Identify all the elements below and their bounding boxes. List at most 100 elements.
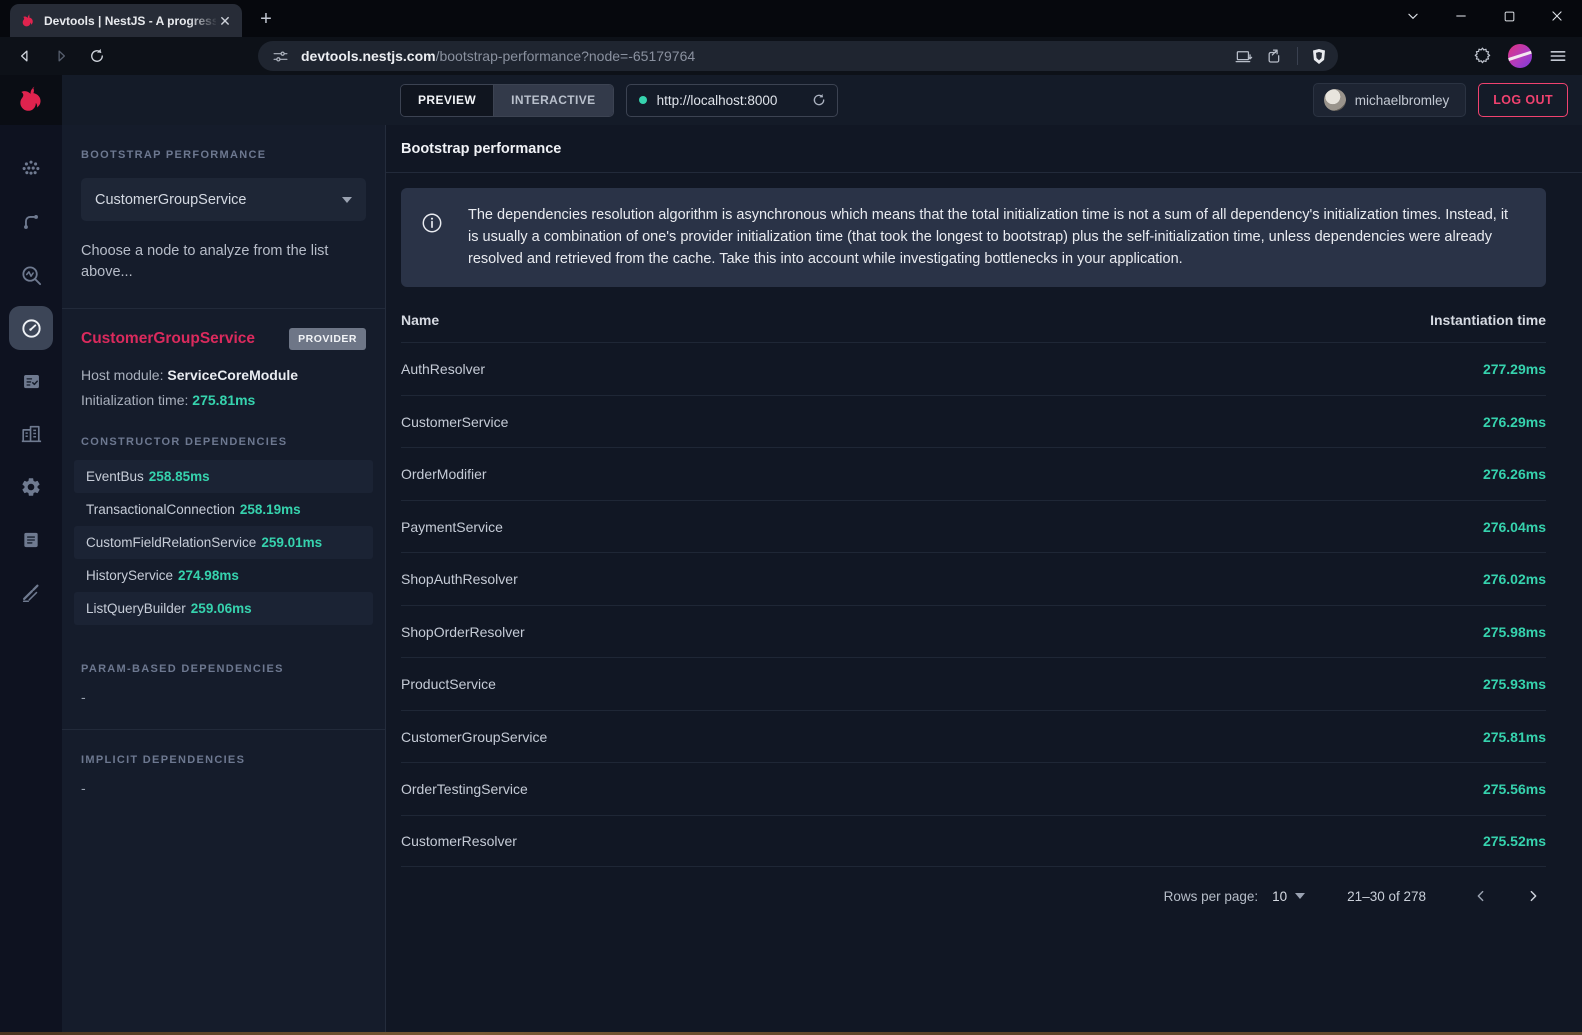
previous-page-button[interactable]	[1468, 883, 1494, 909]
sidebar-item-inspect[interactable]	[9, 253, 53, 297]
url-path: /bootstrap-performance?node=-65179764	[436, 48, 696, 64]
preview-tab[interactable]: PREVIEW	[401, 85, 493, 116]
nestjs-logo-icon	[15, 84, 47, 116]
column-name: Name	[401, 312, 439, 328]
table-header: Name Instantiation time	[401, 297, 1546, 342]
info-text: The dependencies resolution algorithm is…	[468, 205, 1526, 270]
window-close-button[interactable]	[1540, 2, 1574, 30]
rows-per-page-select[interactable]: 10	[1272, 889, 1305, 904]
url-host: devtools.nestjs.com	[301, 48, 436, 64]
user-menu[interactable]: michaelbromley	[1313, 83, 1467, 117]
table-row[interactable]: CustomerGroupService275.81ms	[401, 710, 1546, 763]
table-row[interactable]: PaymentService276.04ms	[401, 500, 1546, 553]
row-instantiation-time: 276.04ms	[1483, 519, 1546, 535]
browser-window: Devtools | NestJS - A progressive ✕ +	[0, 0, 1582, 1035]
routes-icon	[20, 211, 42, 233]
user-avatar	[1324, 89, 1346, 111]
target-url-input[interactable]: http://localhost:8000	[626, 84, 838, 117]
sidebar-item-checklist[interactable]	[9, 359, 53, 403]
reload-button[interactable]	[86, 45, 108, 67]
app-header: PREVIEW INTERACTIVE http://localhost:800…	[0, 75, 1582, 125]
window-minimize-button[interactable]	[1444, 2, 1478, 30]
dependency-row[interactable]: EventBus 258.85ms	[74, 460, 373, 493]
docs-icon	[21, 530, 41, 550]
dependency-row[interactable]: CustomFieldRelationService259.01ms	[74, 526, 373, 559]
send-to-device-icon[interactable]	[1235, 47, 1254, 66]
table-row[interactable]: CustomerResolver275.52ms	[401, 815, 1546, 868]
table-row[interactable]: AuthResolver277.29ms	[401, 342, 1546, 395]
tools-wand-icon	[20, 582, 42, 604]
rows-per-page-value: 10	[1272, 889, 1287, 904]
connection-status-dot	[639, 96, 647, 104]
browser-menu-icon[interactable]	[1548, 46, 1568, 66]
dependency-row[interactable]: TransactionalConnection258.19ms	[74, 493, 373, 526]
inspect-icon	[20, 264, 43, 287]
info-icon	[421, 212, 443, 234]
brave-shield-icon[interactable]	[1310, 47, 1328, 66]
interactive-tab[interactable]: INTERACTIVE	[493, 85, 612, 116]
constructor-deps-title: CONSTRUCTOR DEPENDENCIES	[81, 436, 366, 448]
row-name: CustomerService	[401, 414, 508, 430]
sidebar-item-tools-wand[interactable]	[9, 571, 53, 615]
extensions-icon[interactable]	[1473, 47, 1492, 66]
window-maximize-button[interactable]	[1492, 2, 1526, 30]
url-text: devtools.nestjs.com/bootstrap-performanc…	[301, 48, 1235, 64]
nestjs-favicon-icon	[20, 13, 36, 29]
tab-close-icon[interactable]: ✕	[216, 12, 234, 30]
dependency-name: ListQueryBuilder	[86, 601, 186, 616]
row-name: ShopAuthResolver	[401, 571, 518, 587]
row-instantiation-time: 275.98ms	[1483, 624, 1546, 640]
dependency-time: 258.85ms	[149, 469, 210, 484]
dependency-name: TransactionalConnection	[86, 502, 235, 517]
provider-badge: PROVIDER	[289, 328, 366, 350]
panel-divider	[62, 308, 385, 309]
sidebar-item-settings-gear[interactable]	[9, 465, 53, 509]
new-tab-button[interactable]: +	[252, 6, 280, 34]
table-row[interactable]: ShopAuthResolver276.02ms	[401, 552, 1546, 605]
page-title: Bootstrap performance	[386, 141, 1582, 157]
table-row[interactable]: ShopOrderResolver275.98ms	[401, 605, 1546, 658]
forward-button[interactable]	[50, 45, 72, 67]
dependency-row[interactable]: HistoryService274.98ms	[74, 559, 373, 592]
implicit-deps-empty: -	[81, 780, 366, 796]
table-row[interactable]: OrderModifier276.26ms	[401, 447, 1546, 500]
browser-profile-avatar[interactable]	[1508, 44, 1532, 68]
panel-divider-2	[62, 729, 385, 730]
host-module-row: Host module: ServiceCoreModule	[81, 367, 366, 383]
sidebar-item-modules[interactable]	[9, 412, 53, 456]
row-instantiation-time: 277.29ms	[1483, 361, 1546, 377]
refresh-target-icon[interactable]	[811, 92, 827, 108]
node-select-dropdown[interactable]: CustomerGroupService	[81, 178, 366, 221]
settings-gear-icon	[20, 476, 42, 498]
logo-block	[0, 75, 62, 125]
browser-tab[interactable]: Devtools | NestJS - A progressive ✕	[10, 4, 242, 37]
tab-search-chevron-icon[interactable]	[1396, 2, 1430, 30]
table-row[interactable]: CustomerService276.29ms	[401, 395, 1546, 448]
sidebar-item-docs[interactable]	[9, 518, 53, 562]
address-bar[interactable]: devtools.nestjs.com/bootstrap-performanc…	[258, 41, 1338, 71]
sidebar-item-graph[interactable]	[9, 147, 53, 191]
row-name: CustomerGroupService	[401, 729, 547, 745]
table-row[interactable]: OrderTestingService275.56ms	[401, 762, 1546, 815]
implicit-deps-title: IMPLICIT DEPENDENCIES	[81, 754, 366, 766]
table-row[interactable]: ProductService275.93ms	[401, 657, 1546, 710]
param-deps-title: PARAM-BASED DEPENDENCIES	[81, 663, 366, 675]
row-name: OrderModifier	[401, 466, 487, 482]
pagination-range: 21–30 of 278	[1347, 889, 1426, 904]
row-name: CustomerResolver	[401, 833, 517, 849]
dependency-row[interactable]: ListQueryBuilder259.06ms	[74, 592, 373, 625]
node-select-value: CustomerGroupService	[95, 192, 247, 208]
pagination-bar: Rows per page: 10 21–30 of 278	[401, 867, 1546, 925]
share-icon[interactable]	[1266, 47, 1285, 66]
next-page-button[interactable]	[1520, 883, 1546, 909]
tab-title-fade	[188, 4, 218, 37]
sidebar-item-routes[interactable]	[9, 200, 53, 244]
browser-tab-strip: Devtools | NestJS - A progressive ✕ +	[0, 0, 1582, 37]
chevron-down-icon	[342, 197, 352, 203]
dependency-name: EventBus	[86, 469, 144, 484]
site-settings-icon[interactable]	[272, 48, 289, 65]
logout-button[interactable]: LOG OUT	[1478, 83, 1568, 117]
performance-gauge-icon	[20, 317, 43, 340]
sidebar-item-performance-gauge[interactable]	[9, 306, 53, 350]
back-button[interactable]	[14, 45, 36, 67]
